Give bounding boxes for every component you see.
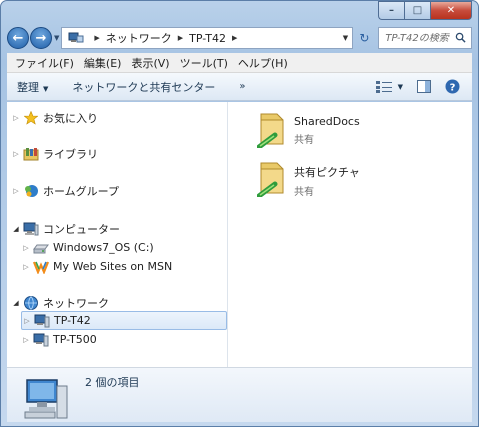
navigation-pane: ▷ お気に入り ▷ ライブラリ ▷ ホームグループ ◢ コンピューター ▷ Wi…	[7, 102, 228, 367]
file-name: 共有ピクチャ	[294, 166, 360, 179]
shared-folder-icon	[257, 162, 284, 197]
nav-homegroup[interactable]: ▷ ホームグループ	[11, 181, 119, 200]
file-type: 共有	[294, 187, 314, 198]
menu-help[interactable]: ヘルプ(H)	[238, 55, 288, 71]
chevron-down-icon: ▼	[43, 84, 49, 93]
help-icon[interactable]: ?	[445, 79, 460, 94]
breadcrumb-arrow-icon[interactable]: ▶	[94, 34, 99, 42]
search-icon[interactable]	[455, 32, 466, 43]
nav-msn[interactable]: ▷ My Web Sites on MSN	[21, 257, 172, 276]
nav-network[interactable]: ◢ ネットワーク	[11, 293, 109, 312]
nav-drive-c[interactable]: ▷ Windows7_OS (C:)	[21, 238, 154, 257]
nav-libraries[interactable]: ▷ ライブラリ	[11, 144, 98, 163]
caption-buttons: – □ ✕	[378, 1, 472, 20]
nav-tp-t42[interactable]: ▷ TP-T42	[21, 311, 227, 330]
more-commands-button[interactable]: »	[239, 81, 245, 92]
chevron-down-icon: ▼	[397, 82, 403, 91]
file-type: 共有	[294, 135, 314, 146]
view-icon	[375, 80, 392, 93]
library-icon	[23, 146, 39, 162]
nav-computer-label: コンピューター	[43, 222, 120, 236]
nav-computer[interactable]: ◢ コンピューター	[11, 219, 120, 238]
refresh-button[interactable]: ↻	[354, 27, 374, 49]
network-location-icon	[68, 30, 84, 46]
preview-pane-icon[interactable]	[417, 80, 431, 93]
msn-icon	[33, 259, 49, 275]
expand-arrow-icon[interactable]: ▷	[11, 114, 21, 122]
computer-icon	[23, 221, 39, 237]
organize-label: 整理	[17, 80, 39, 94]
nav-libraries-label: ライブラリ	[43, 147, 98, 161]
computer-icon	[24, 379, 68, 419]
expand-arrow-icon[interactable]: ▷	[21, 244, 31, 252]
nav-tp-t500-label: TP-T500	[53, 333, 97, 346]
forward-button[interactable]: →	[30, 27, 52, 49]
search-box[interactable]	[378, 27, 472, 49]
breadcrumb-network[interactable]: ネットワーク	[106, 30, 172, 46]
pc-icon	[34, 313, 50, 329]
menu-edit[interactable]: 編集(E)	[84, 55, 122, 71]
back-icon: ←	[12, 30, 24, 46]
pc-icon	[33, 332, 49, 348]
shared-folder-icon	[257, 113, 284, 148]
view-options-button[interactable]: ▼	[375, 80, 403, 93]
nav-favorites-label: お気に入り	[43, 111, 98, 125]
expand-arrow-icon[interactable]: ▷	[11, 150, 21, 158]
address-dropdown-icon[interactable]: ▼	[338, 34, 352, 42]
homegroup-icon	[23, 183, 39, 199]
collapse-arrow-icon[interactable]: ◢	[11, 225, 21, 233]
organize-button[interactable]: 整理 ▼	[17, 79, 48, 95]
nav-drive-c-label: Windows7_OS (C:)	[53, 241, 154, 254]
svg-text:?: ?	[450, 82, 456, 93]
explorer-window: – □ ✕ ← → ▼ ▶ ネットワーク ▶ TP-T42 ▶ ▼ ↻ ファイル(F…	[0, 0, 479, 427]
expand-arrow-icon[interactable]: ▷	[21, 263, 31, 271]
file-item-shareddocs[interactable]: SharedDocs 共有	[257, 110, 360, 148]
nav-favorites[interactable]: ▷ お気に入り	[11, 108, 98, 127]
details-pane: 2 個の項目	[7, 368, 472, 422]
expand-arrow-icon[interactable]: ▷	[21, 336, 31, 344]
minimize-button[interactable]: –	[378, 1, 404, 20]
breadcrumb-arrow-icon[interactable]: ▶	[178, 34, 183, 42]
file-name: SharedDocs	[294, 115, 360, 128]
nav-tp-t500[interactable]: ▷ TP-T500	[21, 330, 97, 349]
breadcrumb-arrow-icon[interactable]: ▶	[232, 34, 237, 42]
close-button[interactable]: ✕	[430, 1, 472, 20]
main-content: ▷ お気に入り ▷ ライブラリ ▷ ホームグループ ◢ コンピューター ▷ Wi…	[7, 102, 472, 368]
maximize-button[interactable]: □	[404, 1, 430, 20]
file-list: SharedDocs 共有 共有ピクチャ 共有	[229, 102, 472, 367]
breadcrumb-tp-t42[interactable]: TP-T42	[189, 32, 226, 45]
file-item-shared-pictures[interactable]: 共有ピクチャ 共有	[257, 159, 360, 198]
nav-tp-t42-label: TP-T42	[54, 314, 91, 327]
expand-arrow-icon[interactable]: ▷	[22, 317, 32, 325]
nav-msn-label: My Web Sites on MSN	[53, 260, 173, 273]
menu-bar: ファイル(F) 編集(E) 表示(V) ツール(T) ヘルプ(H)	[7, 53, 472, 73]
menu-tools[interactable]: ツール(T)	[180, 55, 228, 71]
item-count: 2 個の項目	[85, 376, 140, 389]
network-icon	[23, 295, 39, 311]
forward-icon: →	[35, 30, 47, 46]
address-bar[interactable]: ▶ ネットワーク ▶ TP-T42 ▶ ▼	[61, 27, 354, 49]
nav-homegroup-label: ホームグループ	[43, 184, 120, 198]
network-center-button[interactable]: ネットワークと共有センター	[72, 79, 215, 95]
drive-icon	[33, 240, 49, 256]
collapse-arrow-icon[interactable]: ◢	[11, 299, 21, 307]
menu-file[interactable]: ファイル(F)	[15, 55, 74, 71]
command-bar: 整理 ▼ ネットワークと共有センター » ▼ ?	[7, 73, 472, 101]
expand-arrow-icon[interactable]: ▷	[11, 187, 21, 195]
back-button[interactable]: ←	[7, 27, 29, 49]
address-row: ← → ▼ ▶ ネットワーク ▶ TP-T42 ▶ ▼ ↻	[7, 26, 472, 50]
star-icon	[23, 110, 39, 126]
menu-view[interactable]: 表示(V)	[131, 55, 169, 71]
nav-network-label: ネットワーク	[43, 296, 109, 310]
history-dropdown-icon[interactable]: ▼	[54, 34, 59, 42]
refresh-icon: ↻	[359, 31, 370, 45]
